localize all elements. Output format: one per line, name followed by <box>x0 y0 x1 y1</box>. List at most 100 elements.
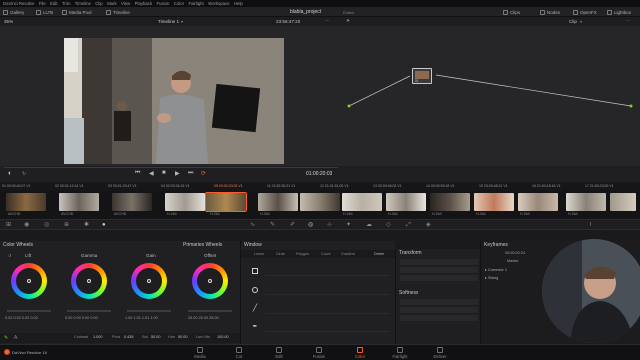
clip-thumbnail[interactable] <box>342 193 382 211</box>
sizing-icon[interactable]: ⤢ <box>406 222 411 229</box>
loop-playback-icon[interactable]: ⟳ <box>201 170 206 177</box>
chevron-down-icon[interactable]: ▾ <box>181 19 183 24</box>
reset-icon[interactable]: ↺ <box>8 253 11 258</box>
clip-label[interactable]: 01 00:00:40:07 V1 <box>2 184 31 188</box>
clip-thumbnail[interactable] <box>165 193 205 211</box>
corrector-node[interactable]: 01 <box>412 68 432 84</box>
pointer-tool-icon[interactable]: ➤ <box>346 18 350 24</box>
3d-icon[interactable]: ◈ <box>426 222 431 229</box>
clip-label[interactable]: 13 00:09:46:02 V1 <box>373 184 402 188</box>
clip-label[interactable]: 11 01:52:50:21 V1 <box>267 184 295 188</box>
window-icon[interactable]: ◎ <box>308 222 313 229</box>
menu-item-clip[interactable]: Clip <box>95 0 102 7</box>
clip-thumbnail[interactable] <box>610 193 636 211</box>
curve-window-button[interactable]: ✒ <box>248 322 262 332</box>
clip-thumbnail[interactable] <box>59 193 99 211</box>
hue-value[interactable]: 50.00 <box>178 335 188 339</box>
clip-thumbnail[interactable] <box>386 193 426 211</box>
menu-item-file[interactable]: File <box>39 0 46 7</box>
curve-window-tab[interactable]: Curve <box>321 252 331 256</box>
wheel-handle[interactable] <box>208 279 212 283</box>
clip-label[interactable]: 12 21:41:51:00 V1 <box>320 184 349 188</box>
gain-values[interactable]: 1.00 1.01 1.01 1.00 <box>125 316 158 320</box>
clip-label[interactable]: 03 00:01:29:47 V1 <box>108 184 137 188</box>
color-match-icon[interactable]: ◉ <box>24 222 29 229</box>
tracker-icon[interactable]: ⊹ <box>327 222 332 229</box>
wheel-handle[interactable] <box>87 279 91 283</box>
auto-balance-icon[interactable]: ✎ <box>4 335 8 341</box>
window-row[interactable] <box>265 322 390 332</box>
lightbox-button[interactable]: Lightbox <box>607 7 631 17</box>
page-color[interactable]: Color <box>338 345 382 360</box>
nodes-button[interactable]: Nodes <box>540 7 560 17</box>
clip-thumbnail[interactable] <box>474 193 514 211</box>
window-row[interactable] <box>265 285 390 295</box>
lift-wheel[interactable] <box>11 263 47 299</box>
clip-label-active[interactable]: 05 00:00:20:03 V1 <box>214 184 243 188</box>
softness-fields[interactable] <box>400 299 478 325</box>
menu-item-timeline[interactable]: Timeline <box>75 0 91 7</box>
scrubber-track[interactable] <box>4 167 338 168</box>
camera-raw-icon[interactable]: ⊞ <box>6 222 11 229</box>
circle-window-button[interactable] <box>248 285 262 295</box>
pivot-value[interactable]: 0.435 <box>124 335 134 339</box>
keyframe-track[interactable]: ▸ Corrector 1 <box>485 267 507 272</box>
wheel-handle[interactable] <box>27 279 31 283</box>
lummix-value[interactable]: 100.00 <box>217 335 229 339</box>
menu-item-app[interactable]: DaVinci Resolve <box>3 0 34 7</box>
offset-wheel[interactable] <box>192 263 228 299</box>
menu-item-trim[interactable]: Trim <box>62 0 70 7</box>
clip-thumbnail[interactable] <box>430 193 470 211</box>
menu-item-fusion[interactable]: Fusion <box>156 0 169 7</box>
polygon-window-tab[interactable]: Polygon <box>296 252 309 256</box>
clip-label[interactable]: 14 00:00:59:18 V1 <box>426 184 455 188</box>
circle-window-tab[interactable]: Circle <box>276 252 285 256</box>
rgb-mixer-icon[interactable]: ⊕ <box>64 222 69 229</box>
page-media[interactable]: Media <box>178 345 222 360</box>
contrast-value[interactable]: 1.000 <box>93 335 103 339</box>
gain-master-slider[interactable] <box>127 310 171 312</box>
linear-window-tab[interactable]: Linear <box>254 252 264 256</box>
keyframe-track[interactable]: ▸ Sizing <box>485 275 498 280</box>
menu-item-fairlight[interactable]: Fairlight <box>188 0 203 7</box>
page-cut[interactable]: Cut <box>217 345 261 360</box>
page-fusion[interactable]: Fusion <box>297 345 341 360</box>
offset-values[interactable]: 25.00 25.00 25.00 <box>188 316 219 320</box>
clip-label[interactable]: 02 00:01:12:14 V1 <box>55 184 84 188</box>
menu-item-mark[interactable]: Mark <box>107 0 117 7</box>
skip-back-icon[interactable]: ⏮ <box>135 170 140 177</box>
playhead-mode-icon[interactable]: ◐ <box>8 170 12 177</box>
offset-master-slider[interactable] <box>188 310 232 312</box>
gain-wheel[interactable] <box>131 263 167 299</box>
play-icon[interactable]: ▶ <box>175 170 180 177</box>
loop-icon[interactable]: ↻ <box>22 171 26 177</box>
menu-item-view[interactable]: View <box>121 0 130 7</box>
eyedropper-icon[interactable]: ✐ <box>290 222 295 229</box>
qualifier-icon[interactable]: ✎ <box>270 222 275 229</box>
color-wheels-icon[interactable]: ◎ <box>44 222 49 229</box>
clip-thumbnail[interactable] <box>112 193 152 211</box>
gamma-wheel[interactable] <box>71 263 107 299</box>
luts-button[interactable]: LUTs <box>36 7 53 17</box>
menu-item-workspace[interactable]: Workspace <box>208 0 229 7</box>
openfx-button[interactable]: OpenFX <box>573 7 597 17</box>
zoom-level[interactable]: 35% <box>4 19 13 24</box>
more-options-icon[interactable]: ⋯ <box>325 18 330 24</box>
magic-mask-icon[interactable]: ✦ <box>346 222 351 229</box>
gamma-master-slider[interactable] <box>67 310 111 312</box>
clip-thumbnail[interactable] <box>6 193 46 211</box>
clip-thumbnail[interactable] <box>300 193 340 211</box>
blur-icon[interactable]: ☁ <box>366 222 372 229</box>
square-window-button[interactable] <box>248 266 262 276</box>
window-row[interactable] <box>265 304 390 314</box>
clip-label[interactable]: 15 23:00:48:21 V1 <box>479 184 508 188</box>
key-icon[interactable]: ◇ <box>386 222 391 229</box>
reverse-play-icon[interactable]: ◀ <box>149 170 154 177</box>
polygon-window-button[interactable]: ╱ <box>248 304 262 314</box>
more-options-icon[interactable]: ⋯ <box>626 18 631 24</box>
clip-thumbnail-active[interactable] <box>205 192 247 212</box>
wheel-handle[interactable] <box>147 279 151 283</box>
toggle-icon[interactable]: ⏽ <box>588 222 593 229</box>
page-deliver[interactable]: Deliver <box>418 345 462 360</box>
clip-thumbnail[interactable] <box>258 193 298 211</box>
